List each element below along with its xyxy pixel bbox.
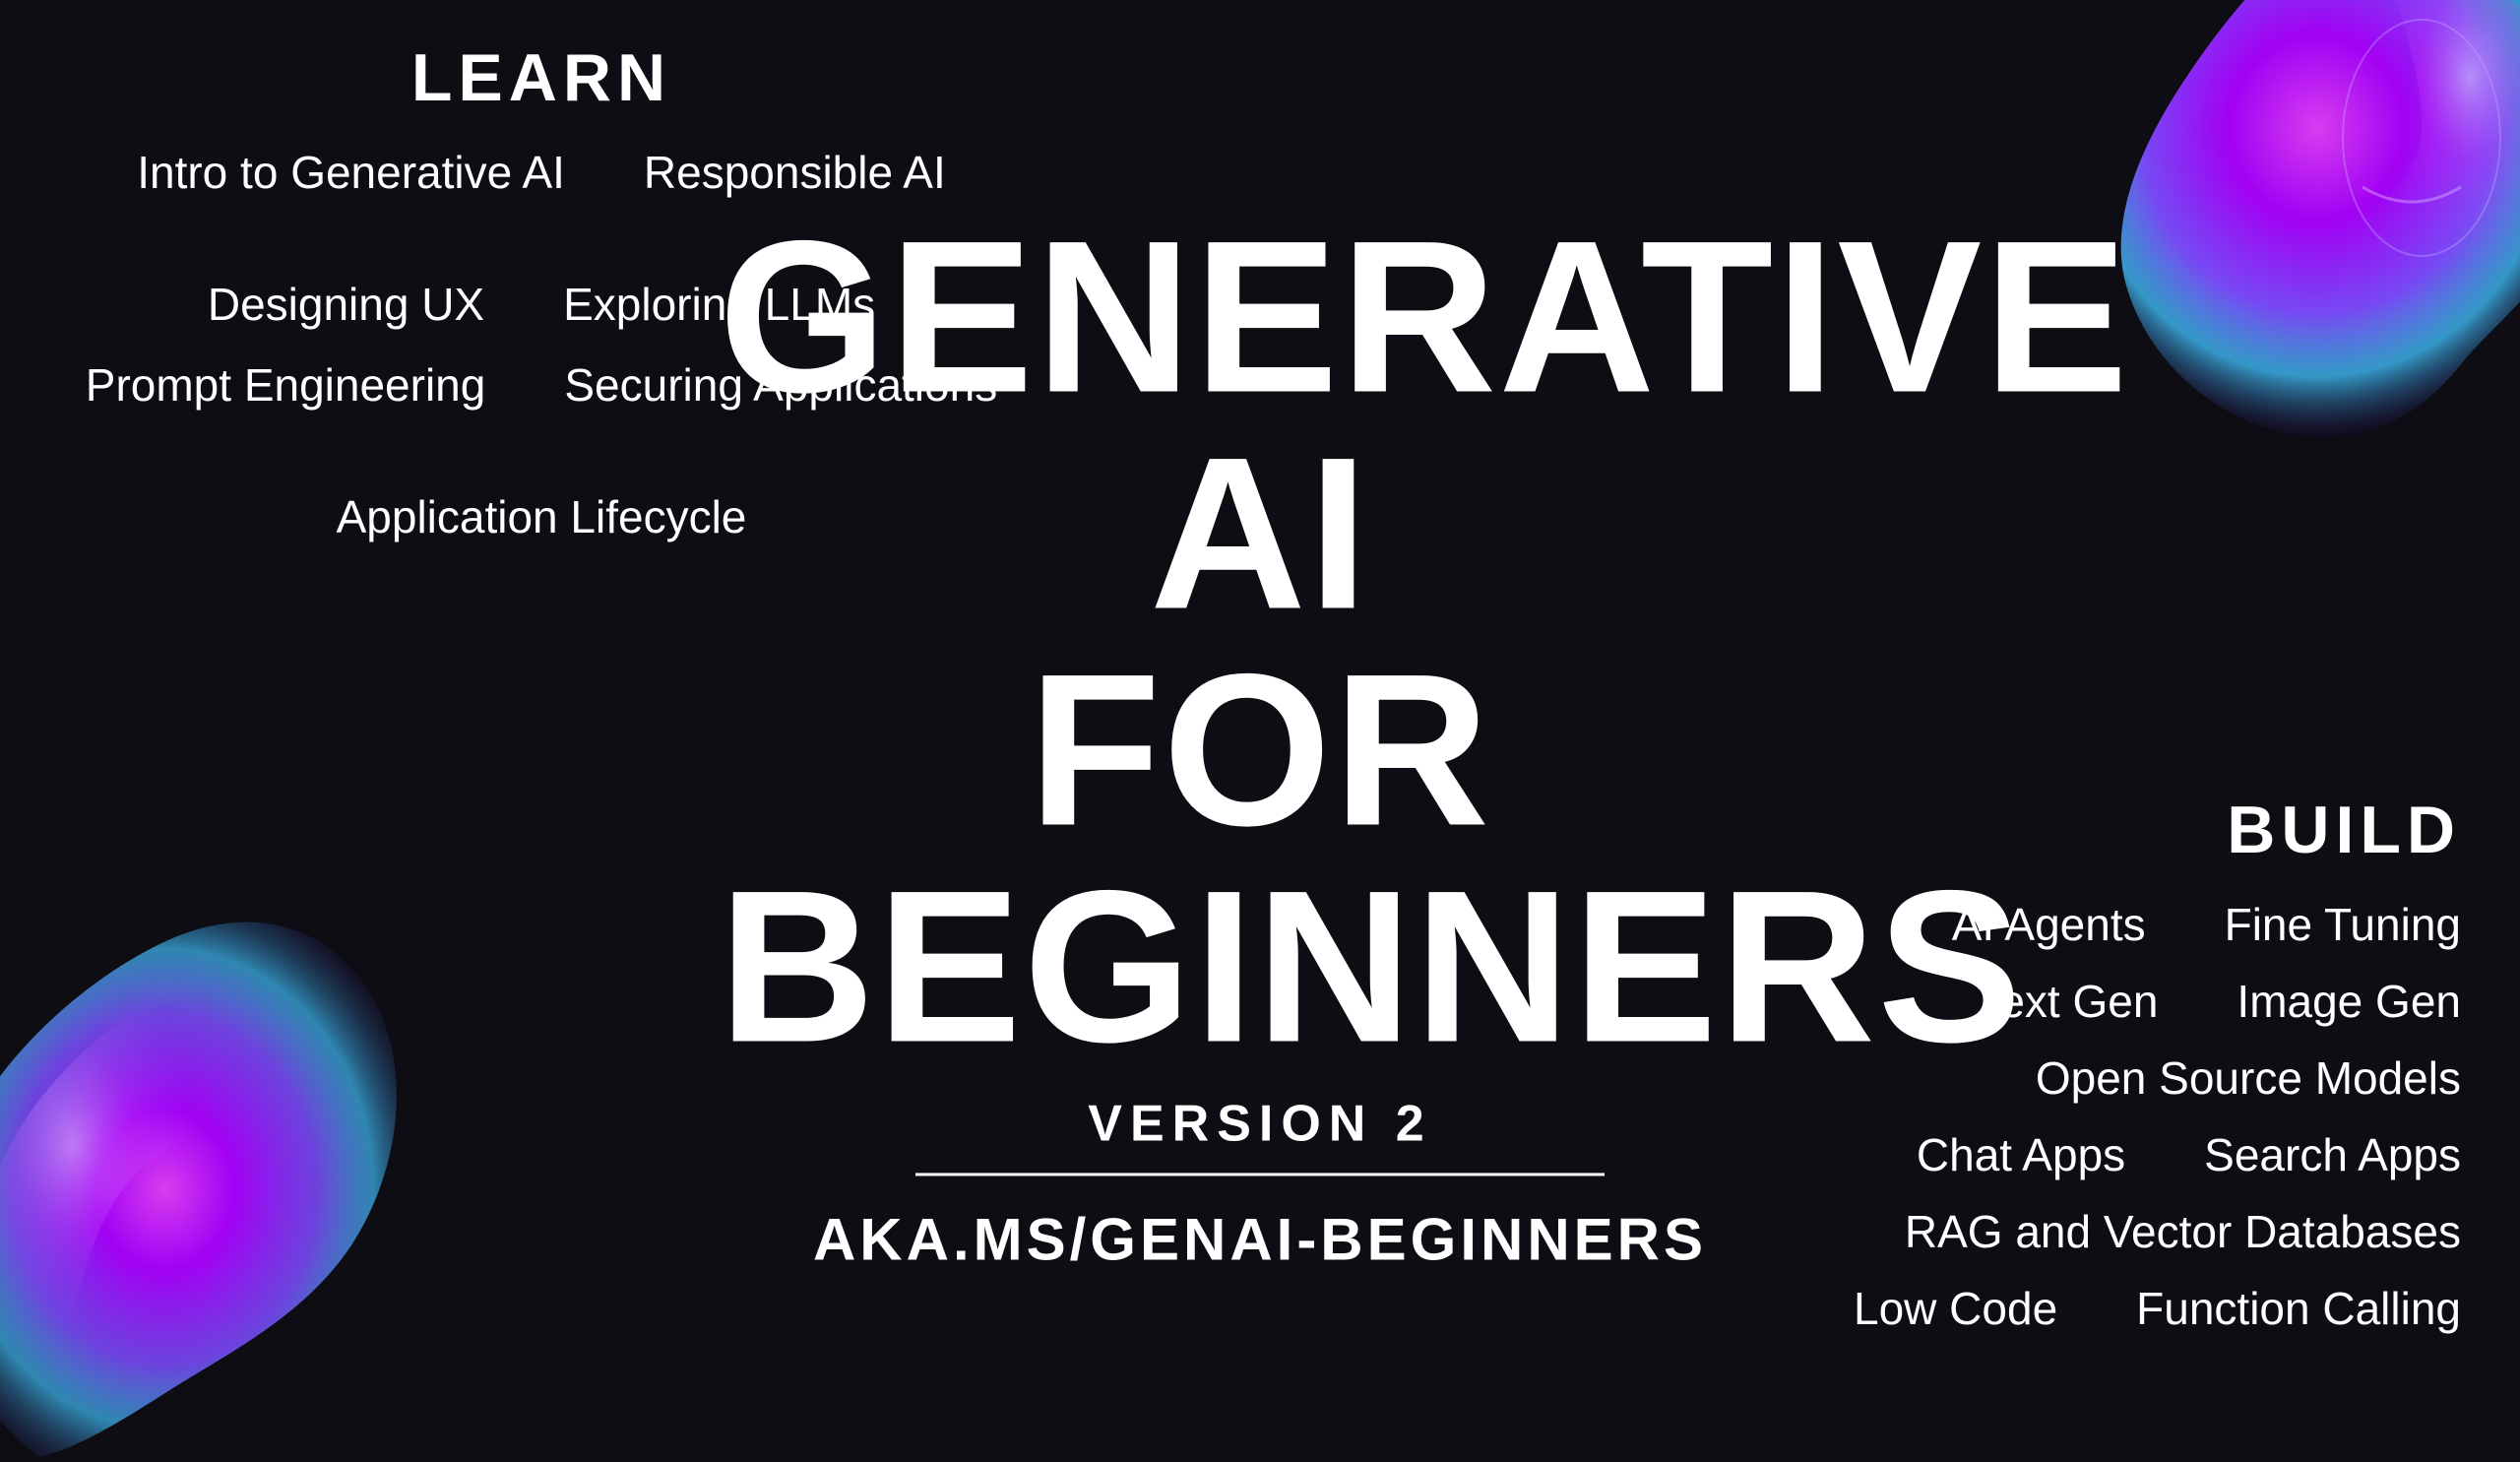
build-section: BUILD AI Agents Fine Tuning Text Gen Ima… [1851, 792, 2461, 1359]
learn-item-ux: Designing UX [208, 278, 484, 331]
build-item-open-source: Open Source Models [2036, 1051, 2461, 1105]
build-item-search-apps: Search Apps [2204, 1128, 2461, 1181]
build-item-ai-agents: AI Agents [1952, 898, 2146, 951]
build-item-rag: RAG and Vector Databases [1905, 1205, 2461, 1258]
build-row-1: AI Agents Fine Tuning [1851, 898, 2461, 951]
build-item-chat-apps: Chat Apps [1917, 1128, 2125, 1181]
build-item-function-calling: Function Calling [2136, 1282, 2461, 1335]
url-text: AKA.MS/GENAI-BEGINNERS [719, 1205, 1801, 1273]
build-row-5: RAG and Vector Databases [1851, 1205, 2461, 1258]
learn-title: LEARN [59, 39, 1024, 116]
main-content: GENERATIVE AI FOR BEGINNERS VERSION 2 AK… [719, 208, 1801, 1273]
title-line3: BEGINNERS [719, 858, 1801, 1074]
build-title: BUILD [1851, 792, 2461, 868]
build-row-4: Chat Apps Search Apps [1851, 1128, 2461, 1181]
version-text: VERSION 2 [719, 1094, 1801, 1153]
learn-item-lifecycle: Application Lifecycle [337, 490, 747, 543]
build-item-low-code: Low Code [1854, 1282, 2057, 1335]
title-line2: FOR [719, 641, 1801, 858]
main-title: GENERATIVE AI FOR BEGINNERS [719, 208, 1801, 1074]
title-line1: GENERATIVE AI [719, 208, 1801, 641]
build-row-2: Text Gen Image Gen [1851, 975, 2461, 1028]
build-row-6: Low Code Function Calling [1851, 1282, 2461, 1335]
learn-item-responsible: Responsible AI [644, 146, 946, 199]
divider [915, 1173, 1605, 1176]
decorative-blob-bottom-left [0, 906, 433, 1457]
build-item-text-gen: Text Gen [1977, 975, 2158, 1028]
build-row-3: Open Source Models [1851, 1051, 2461, 1105]
learn-item-prompt: Prompt Engineering [86, 358, 486, 412]
build-item-fine-tuning: Fine Tuning [2225, 898, 2461, 951]
build-item-image-gen: Image Gen [2236, 975, 2461, 1028]
learn-item-intro: Intro to Generative AI [137, 146, 565, 199]
